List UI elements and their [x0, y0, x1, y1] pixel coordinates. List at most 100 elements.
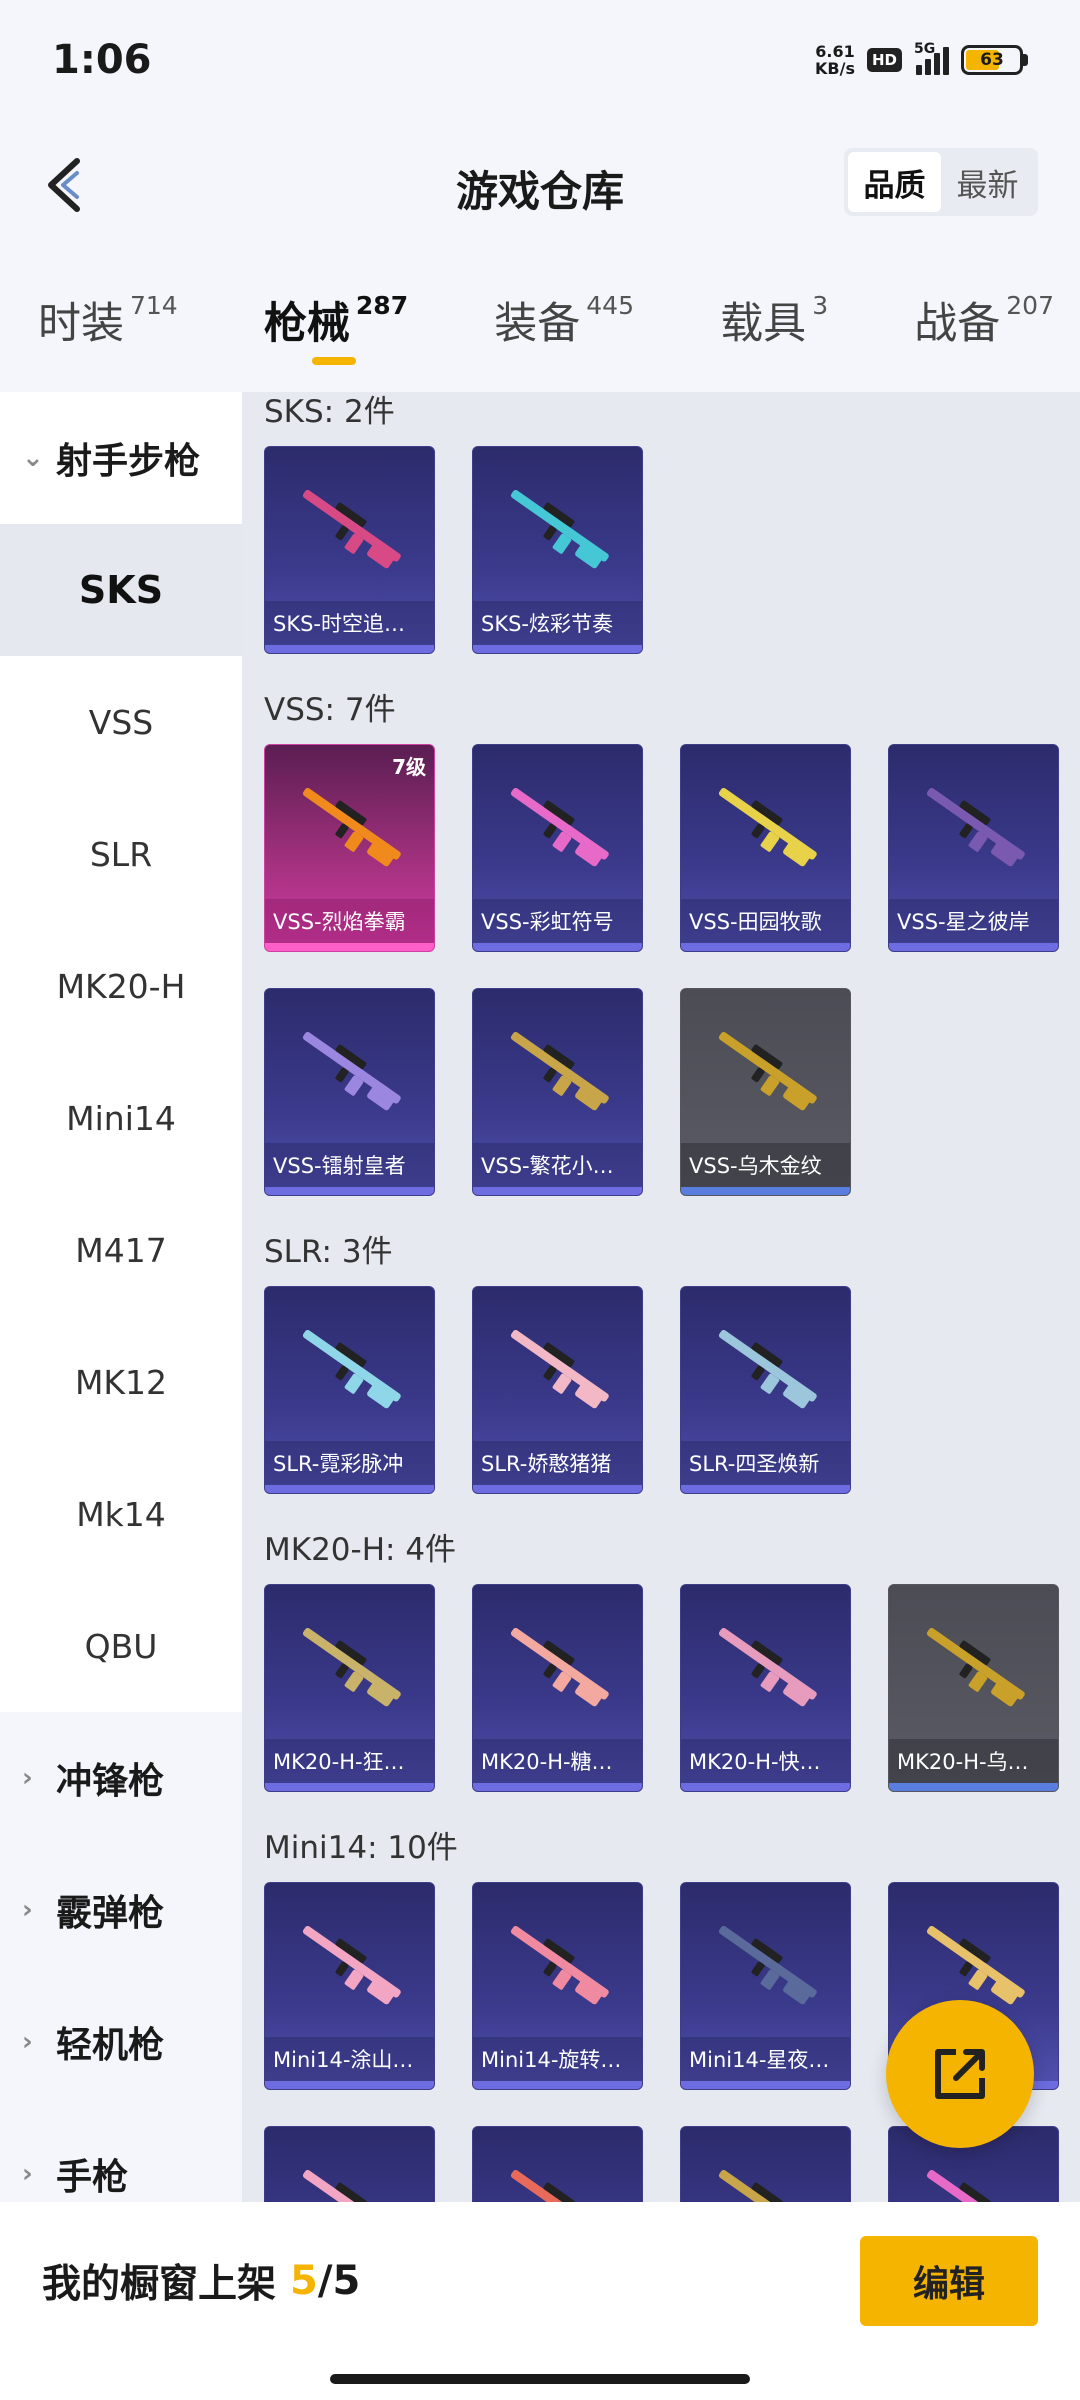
sidebar-item-slr[interactable]: SLR — [0, 788, 242, 920]
tab-fashion[interactable]: 时装 714 — [38, 275, 178, 375]
signal-icon: 5G — [914, 41, 949, 75]
header: 游戏仓库 品质 最新 — [0, 130, 1080, 240]
sidebar-category-shotgun[interactable]: › 霰弹枪 — [0, 1844, 242, 1976]
battery-level: 63 — [980, 50, 1004, 70]
skin-card[interactable]: VSS-镭射皇者 — [264, 988, 435, 1196]
skin-card[interactable]: MK20-H-糖… — [472, 1584, 643, 1792]
skin-card[interactable]: SKS-炫彩节奏 — [472, 446, 643, 654]
skin-grid: SKS-时空追… SKS-炫彩节奏 — [264, 432, 1080, 690]
group-title: VSS: 7件 — [264, 692, 396, 728]
gun-skin-image — [510, 1925, 609, 2005]
rarity-stripe — [473, 2081, 642, 2089]
skin-card[interactable]: Mini14-旋转… — [472, 1882, 643, 2090]
share-button[interactable] — [886, 2000, 1034, 2148]
skin-card[interactable]: MK20-H-狂… — [264, 1584, 435, 1792]
skin-card[interactable]: VSS-彩虹符号 — [472, 744, 643, 952]
skin-name: VSS-烈焰拳霸 — [265, 899, 434, 943]
skin-group: SKS: 2件 SKS-时空追… SKS-炫彩节奏 — [242, 392, 1080, 690]
tab-label: 战备 — [914, 299, 1001, 349]
skin-card[interactable]: SKS-时空追… — [264, 446, 435, 654]
skin-card[interactable]: VSS-星之彼岸 — [888, 744, 1059, 952]
showcase-current: 5 — [290, 2258, 318, 2304]
gun-skin-image — [718, 1329, 817, 1409]
chevron-right-icon: › — [22, 2159, 33, 2189]
sort-quality-button[interactable]: 品质 — [848, 152, 941, 212]
rarity-stripe — [681, 1485, 850, 1493]
skin-name: MK20-H-狂… — [265, 1739, 434, 1783]
sidebar-item-mk14[interactable]: Mk14 — [0, 1448, 242, 1580]
chevron-right-icon: › — [22, 1895, 33, 1925]
skin-card[interactable] — [680, 2126, 851, 2202]
skin-card[interactable]: SLR-娇憨猪猪 — [472, 1286, 643, 1494]
skin-name: SKS-炫彩节奏 — [473, 601, 642, 645]
rarity-stripe — [681, 943, 850, 951]
skin-group: MK20-H: 4件 MK20-H-狂… MK20-H-糖… MK20-H-快… MK2… — [242, 1530, 1080, 1828]
skin-name: SKS-时空追… — [265, 601, 434, 645]
gun-skin-image — [926, 1627, 1025, 1707]
sidebar-item-sks[interactable]: SKS — [0, 524, 242, 656]
rarity-stripe — [265, 2081, 434, 2089]
network-speed-unit: KB/s — [815, 59, 855, 78]
sort-latest-button[interactable]: 最新 — [941, 152, 1034, 212]
chevron-right-icon: › — [22, 2027, 33, 2057]
gun-skin-image — [718, 787, 817, 867]
gun-skin-image — [510, 787, 609, 867]
sidebar-item-mini14[interactable]: Mini14 — [0, 1052, 242, 1184]
gun-skin-image — [926, 1925, 1025, 2005]
skin-card[interactable]: MK20-H-乌… — [888, 1584, 1059, 1792]
hd-icon: HD — [866, 48, 902, 72]
group-title: SLR: 3件 — [264, 1234, 393, 1270]
gun-skin-image — [926, 787, 1025, 867]
gun-skin-image — [510, 1031, 609, 1111]
sort-toggle[interactable]: 品质 最新 — [844, 148, 1038, 216]
showcase-max: 5 — [332, 2258, 361, 2304]
rarity-stripe — [265, 1485, 434, 1493]
skin-card[interactable]: VSS-繁花小… — [472, 988, 643, 1196]
skin-grid: SLR-霓彩脉冲 SLR-娇憨猪猪 SLR-四圣焕新 — [264, 1272, 1080, 1530]
sidebar-category-label: 射手步枪 — [56, 441, 201, 482]
skin-card[interactable]: MK20-H-快… — [680, 1584, 851, 1792]
gun-skin-image — [510, 2169, 609, 2202]
skin-card[interactable] — [264, 2126, 435, 2202]
skin-list: SKS: 2件 SKS-时空追… SKS-炫彩节奏 VSS: 7件 7级 VSS-烈焰拳霸… — [242, 392, 1080, 2202]
gesture-bar — [0, 2360, 1080, 2400]
skin-name: VSS-星之彼岸 — [889, 899, 1058, 943]
sidebar-item-qbu[interactable]: QBU — [0, 1580, 242, 1712]
sidebar-item-vss[interactable]: VSS — [0, 656, 242, 788]
gun-skin-image — [302, 1925, 401, 2005]
rarity-stripe — [681, 2081, 850, 2089]
gun-skin-image — [510, 489, 609, 569]
home-indicator[interactable] — [330, 2374, 750, 2384]
sidebar-item-mk12[interactable]: MK12 — [0, 1316, 242, 1448]
tab-battle-prep[interactable]: 战备 207 — [914, 275, 1054, 375]
sidebar-category-marksman-rifles[interactable]: ⌄ 射手步枪 — [0, 392, 242, 524]
tab-label: 时装 — [38, 299, 124, 349]
status-icons: 6.61 KB/s HD 5G 63 — [815, 41, 1028, 77]
tab-count: 445 — [586, 291, 634, 320]
tab-vehicles[interactable]: 载具 3 — [720, 275, 828, 375]
gun-skin-image — [718, 1627, 817, 1707]
sidebar-category-lmg[interactable]: › 轻机枪 — [0, 1976, 242, 2108]
skin-card[interactable]: SLR-四圣焕新 — [680, 1286, 851, 1494]
skin-card[interactable]: Mini14-星夜… — [680, 1882, 851, 2090]
skin-card[interactable]: VSS-田园牧歌 — [680, 744, 851, 952]
tab-guns[interactable]: 枪械 287 — [264, 275, 408, 375]
skin-group: SLR: 3件 SLR-霓彩脉冲 SLR-娇憨猪猪 SLR-四圣焕新 — [242, 1232, 1080, 1530]
skin-card[interactable]: VSS-乌木金纹 — [680, 988, 851, 1196]
sidebar-item-m417[interactable]: M417 — [0, 1184, 242, 1316]
edit-button[interactable]: 编辑 — [860, 2236, 1038, 2326]
network-speed: 6.61 KB/s — [815, 43, 855, 77]
tab-count: 207 — [1006, 291, 1054, 320]
gun-skin-image — [718, 1925, 817, 2005]
skin-card[interactable]: 7级 VSS-烈焰拳霸 — [264, 744, 435, 952]
sidebar-category-smg[interactable]: › 冲锋枪 — [0, 1712, 242, 1844]
sidebar-item-mk20h[interactable]: MK20-H — [0, 920, 242, 1052]
skin-card[interactable] — [472, 2126, 643, 2202]
skin-group: VSS: 7件 7级 VSS-烈焰拳霸 VSS-彩虹符号 VSS-田园牧歌 VSS-星之彼… — [242, 690, 1080, 1232]
rarity-stripe — [265, 645, 434, 653]
chevron-down-icon: ⌄ — [22, 443, 44, 473]
tab-equipment[interactable]: 装备 445 — [494, 275, 634, 375]
share-icon — [935, 2049, 985, 2099]
skin-card[interactable]: Mini14-涂山… — [264, 1882, 435, 2090]
skin-card[interactable]: SLR-霓彩脉冲 — [264, 1286, 435, 1494]
